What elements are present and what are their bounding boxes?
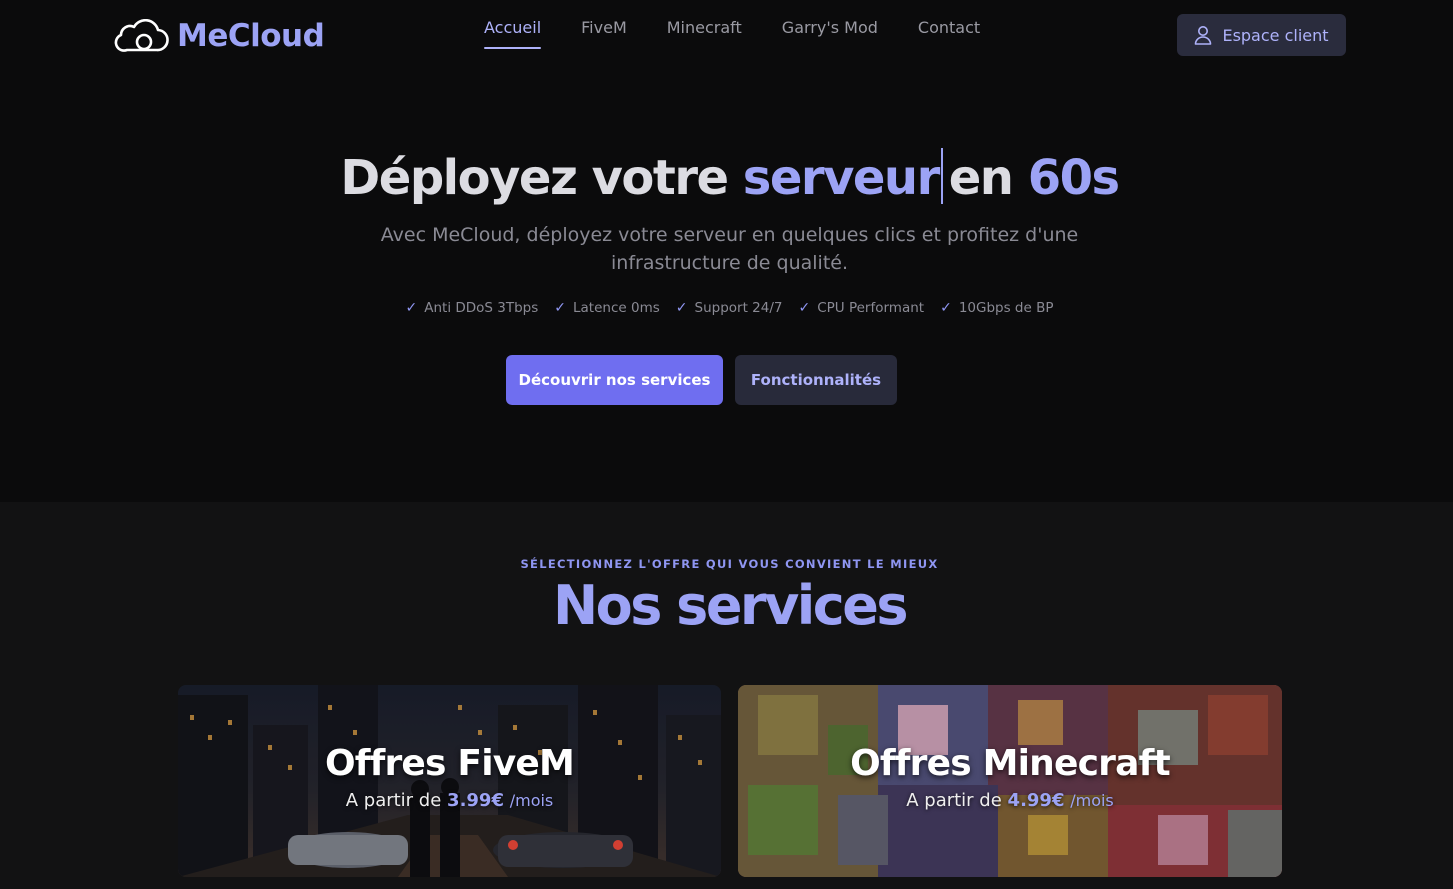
feature-label: Support 24/7 xyxy=(694,300,783,316)
feature-label: Anti DDoS 3Tbps xyxy=(424,300,539,316)
hero-title-highlight: serveur xyxy=(742,150,940,206)
nav-item-fivem[interactable]: FiveM xyxy=(581,18,627,49)
site-header: MeCloud Accueil FiveM Minecraft Garry's … xyxy=(0,0,1453,72)
check-icon: ✓ xyxy=(940,300,952,316)
hero-section: Déployez votre serveur en 60s Avec MeClou… xyxy=(0,72,1453,502)
fivem-card-title: Offres FiveM xyxy=(324,743,575,784)
logo-text: MeCloud xyxy=(177,18,325,54)
feature-label: CPU Performant xyxy=(817,300,925,316)
nav-item-minecraft[interactable]: Minecraft xyxy=(667,18,742,49)
check-icon: ✓ xyxy=(554,300,567,316)
feature-label: 10Gbps de BP xyxy=(958,300,1054,316)
feature-item: ✓ 10Gbps de BP xyxy=(940,300,1053,316)
hero-title: Déployez votre serveur en 60s xyxy=(0,148,1453,206)
nav-item-contact[interactable]: Contact xyxy=(918,18,980,49)
services-title: Nos services xyxy=(552,574,909,637)
price-period: /mois xyxy=(509,791,554,810)
user-icon xyxy=(1195,26,1212,45)
feature-label: Latence 0ms xyxy=(573,300,660,316)
logo[interactable]: MeCloud xyxy=(113,18,325,54)
minecraft-card-title: Offres Minecraft xyxy=(850,743,1171,784)
nav-item-garrys-mod[interactable]: Garry's Mod xyxy=(782,18,878,49)
hero-title-part2: en xyxy=(948,150,1014,206)
price-period: /mois xyxy=(1070,791,1114,810)
fivem-offer-card[interactable]: Offres FiveM A partir de 3.99€ /mois xyxy=(178,685,721,877)
hero-subtitle: Avec MeCloud, déployez votre serveur en … xyxy=(380,224,1079,274)
feature-item: ✓ CPU Performant xyxy=(798,300,924,316)
cloud-logo-icon xyxy=(114,19,169,52)
price-amount: 4.99€ xyxy=(1007,790,1065,811)
check-icon: ✓ xyxy=(675,300,688,316)
feature-item: ✓ Anti DDoS 3Tbps xyxy=(406,300,539,316)
minecraft-offer-card[interactable]: Offres Minecraft A partir de 4.99€ /mois xyxy=(738,685,1282,877)
fivem-card-price: A partir de 3.99€ /mois xyxy=(178,790,721,811)
services-eyebrow: SÉLECTIONNEZ L'OFFRE QUI VOUS CONVIENT L… xyxy=(520,557,939,571)
feature-item: ✓ Support 24/7 xyxy=(676,300,783,316)
hero-title-part1: Déployez votre xyxy=(340,150,729,206)
minecraft-card-price: A partir de 4.99€ /mois xyxy=(738,790,1282,811)
typing-caret xyxy=(940,148,943,204)
feature-item: ✓ Latence 0ms xyxy=(554,300,659,316)
features-button[interactable]: Fonctionnalités xyxy=(735,355,897,405)
price-prefix: A partir de xyxy=(906,790,1002,811)
price-amount: 3.99€ xyxy=(447,790,504,811)
check-icon: ✓ xyxy=(405,300,418,316)
client-area-label: Espace client xyxy=(1222,25,1329,45)
services-section: SÉLECTIONNEZ L'OFFRE QUI VOUS CONVIENT L… xyxy=(0,502,1453,889)
check-icon: ✓ xyxy=(798,300,811,316)
price-prefix: A partir de xyxy=(345,790,442,811)
main-nav: Accueil FiveM Minecraft Garry's Mod Cont… xyxy=(484,18,1020,49)
nav-item-accueil[interactable]: Accueil xyxy=(484,18,542,49)
client-area-button[interactable]: Espace client xyxy=(1177,14,1346,56)
feature-list: ✓ Anti DDoS 3Tbps ✓ Latence 0ms ✓ Suppor… xyxy=(0,300,1453,316)
hero-title-accent: 60s xyxy=(1027,150,1120,206)
discover-services-button[interactable]: Découvrir nos services xyxy=(506,355,723,405)
